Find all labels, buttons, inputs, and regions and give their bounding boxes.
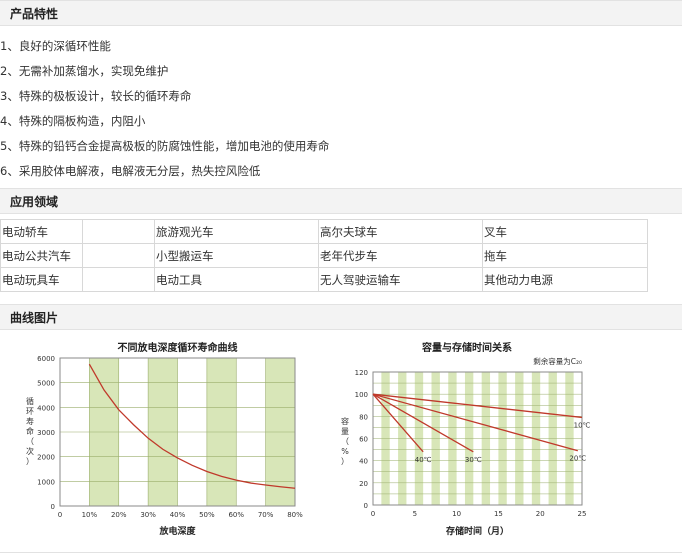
x-tick-label: 40% (170, 511, 186, 519)
features-heading: 产品特性 (10, 7, 59, 21)
y-axis-label-char: 命 (26, 426, 34, 436)
y-tick-label: 6000 (37, 355, 55, 363)
y-axis-label-char: （ (26, 437, 34, 446)
table-cell: 高尔夫球车 (318, 219, 483, 244)
x-tick-label: 5 (413, 510, 417, 518)
y-axis-label-char: 环 (26, 407, 34, 416)
y-tick-label: 2000 (37, 454, 55, 462)
y-tick-label: 80 (359, 413, 368, 421)
table-row: 电动轿车 旅游观光车 高尔夫球车 叉车 (0, 219, 648, 244)
x-tick-label: 60% (228, 511, 244, 519)
x-tick-label: 50% (199, 511, 215, 519)
applications-table: 电动轿车 旅游观光车 高尔夫球车 叉车 电动公共汽车 小型搬运车 老年代步车 拖… (0, 219, 648, 292)
table-cell (82, 243, 155, 268)
divider (0, 552, 682, 553)
table-cell: 小型搬运车 (154, 243, 319, 268)
series-label: 20℃ (569, 455, 586, 463)
table-cell (82, 219, 155, 244)
x-tick-label: 30% (140, 511, 156, 519)
feature-item: 6、采用胶体电解液，电解液无分层，热失控风险低 (0, 164, 261, 178)
y-tick-label: 100 (355, 391, 368, 399)
table-cell: 叉车 (482, 219, 648, 244)
x-tick-label: 10% (82, 511, 98, 519)
applications-heading: 应用领域 (10, 195, 59, 209)
y-tick-label: 3000 (37, 429, 55, 437)
table-cell: 拖车 (482, 243, 648, 268)
x-tick-label: 10 (452, 510, 461, 518)
capacity-storage-chart-svg: 容量与存储时间关系剩余容量为C₂₀ 0 20 40 60 80 100 120 0 5 10 15 20… (341, 341, 591, 537)
y-axis-label-char: ） (26, 457, 34, 466)
x-tick-label: 0 (58, 511, 62, 519)
table-cell: 其他动力电源 (482, 267, 648, 292)
x-tick-label: 0 (371, 510, 375, 518)
feature-item: 3、特殊的极板设计，较长的循环寿命 (0, 89, 192, 103)
y-tick-label: 40 (359, 458, 368, 466)
y-tick-label: 0 (51, 503, 55, 511)
series-label: 10℃ (574, 421, 591, 429)
cycle-life-chart-svg: 不同放电深度循环寿命曲线 0 1000 2000 3000 4000 5000 6000 0 10… (26, 341, 303, 537)
y-axis-label-char: 循 (26, 396, 34, 406)
cycle-life-chart: 不同放电深度循环寿命曲线 0 1000 2000 3000 4000 5000 6000 0 10… (20, 336, 310, 550)
y-axis-label-char: 寿 (26, 416, 34, 426)
chart-title: 容量与存储时间关系 (421, 341, 512, 354)
y-axis-label-char: 容 (341, 416, 349, 426)
x-tick-label: 20% (111, 511, 127, 519)
series-label: 40℃ (415, 456, 432, 464)
x-tick-label: 70% (258, 511, 274, 519)
features-section-header: 产品特性 (0, 0, 682, 26)
table-cell (82, 267, 155, 292)
curves-section-header: 曲线图片 (0, 304, 682, 330)
legend-note: 剩余容量为C₂₀ (533, 356, 582, 366)
table-cell: 无人驾驶运输车 (318, 267, 483, 292)
feature-item: 5、特殊的铅钙合金提高极板的防腐蚀性能，增加电池的使用寿命 (0, 139, 330, 153)
table-row: 电动公共汽车 小型搬运车 老年代步车 拖车 (0, 243, 648, 268)
x-tick-label: 15 (494, 510, 503, 518)
table-cell: 电动轿车 (0, 219, 83, 244)
y-axis-label-char: ） (341, 457, 349, 466)
chart-title: 不同放电深度循环寿命曲线 (118, 341, 238, 354)
feature-item: 4、特殊的隔板构造，内阻小 (0, 114, 146, 128)
y-tick-label: 60 (359, 436, 368, 444)
table-cell: 电动玩具车 (0, 267, 83, 292)
y-axis-label-char: % (341, 447, 349, 456)
x-axis-label: 放电深度 (158, 525, 196, 537)
feature-item: 2、无需补加蒸馏水，实现免维护 (0, 64, 169, 78)
table-cell: 老年代步车 (318, 243, 483, 268)
y-tick-label: 1000 (37, 478, 55, 486)
y-axis-label-char: （ (341, 437, 349, 446)
table-row: 电动玩具车 电动工具 无人驾驶运输车 其他动力电源 (0, 267, 648, 292)
table-cell: 电动工具 (154, 267, 319, 292)
table-cell: 电动公共汽车 (0, 243, 83, 268)
x-axis-label: 存储时间（月） (446, 525, 509, 537)
capacity-storage-chart: 容量与存储时间关系剩余容量为C₂₀ 0 20 40 60 80 100 120 0 5 10 15 20… (330, 336, 600, 550)
x-tick-label: 20 (536, 510, 545, 518)
curves-heading: 曲线图片 (10, 311, 59, 325)
x-tick-label: 80% (287, 511, 303, 519)
y-tick-label: 120 (355, 369, 368, 377)
y-axis-label-char: 次 (26, 446, 34, 456)
applications-section-header: 应用领域 (0, 188, 682, 214)
feature-item: 1、良好的深循环性能 (0, 39, 111, 53)
y-tick-label: 20 (359, 480, 368, 488)
y-tick-label: 0 (364, 502, 368, 510)
series-label: 30℃ (465, 456, 482, 464)
x-tick-label: 25 (578, 510, 587, 518)
y-tick-label: 4000 (37, 404, 55, 412)
y-axis-label-char: 量 (341, 427, 349, 436)
table-cell: 旅游观光车 (154, 219, 319, 244)
y-tick-label: 5000 (37, 380, 55, 388)
